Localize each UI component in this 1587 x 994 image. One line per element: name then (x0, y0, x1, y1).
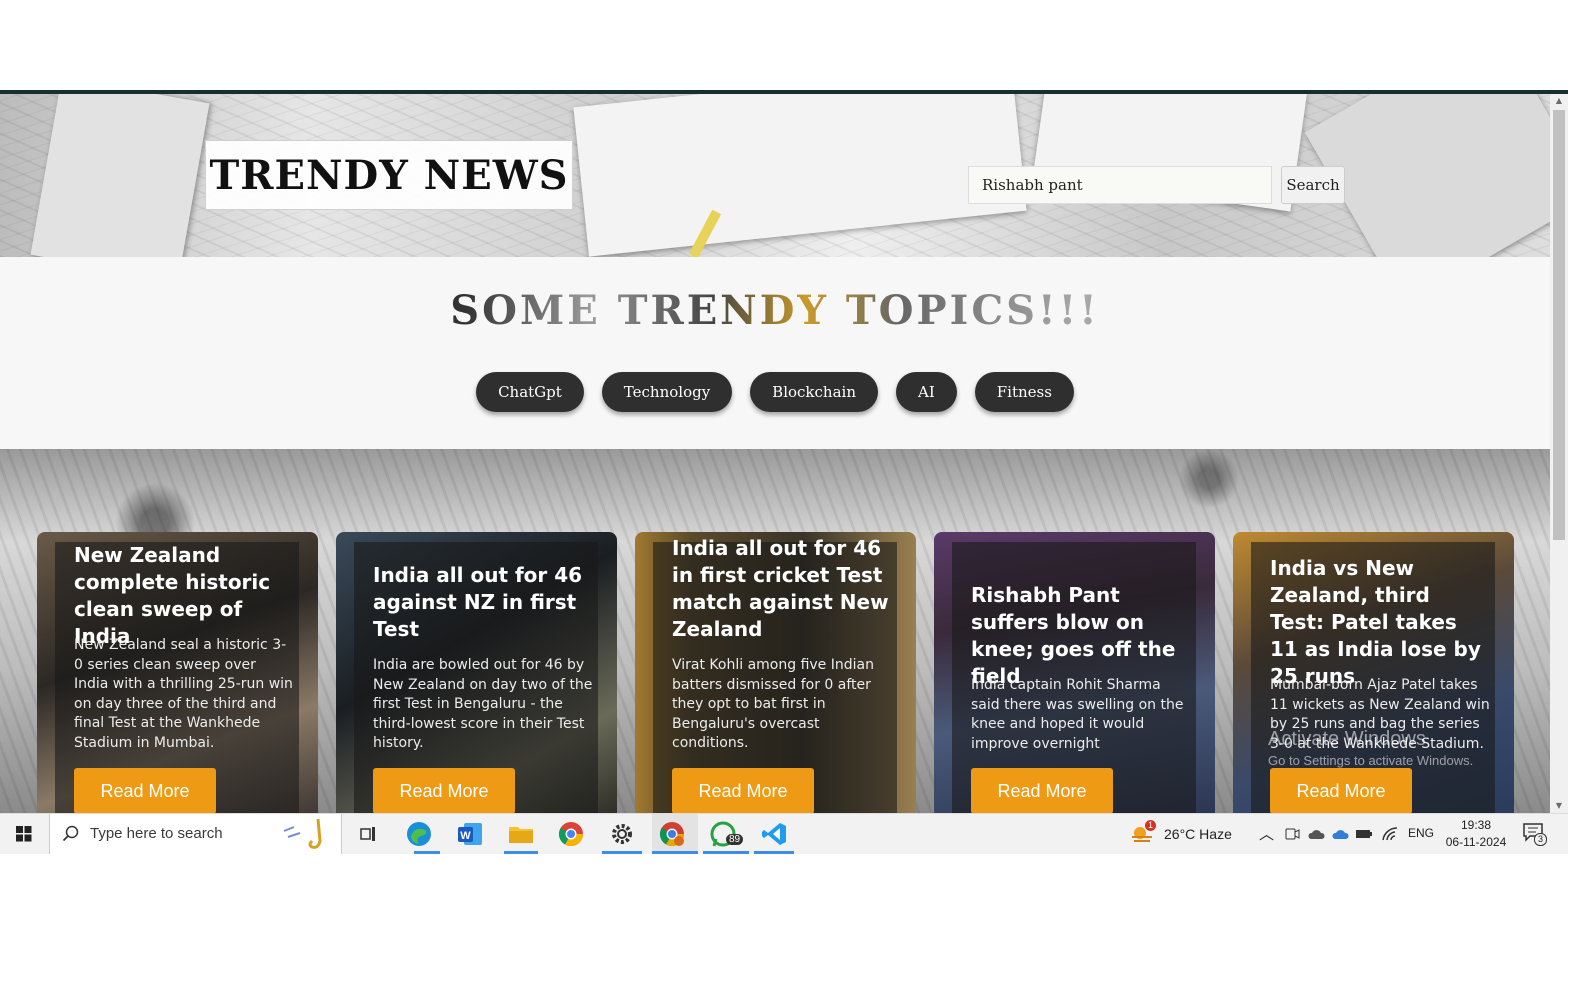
page-scrollbar[interactable]: ▲ ▼ (1550, 94, 1568, 813)
vscode-icon[interactable] (760, 820, 788, 848)
newspaper-scrap (573, 94, 1027, 257)
onedrive-sync-icon[interactable] (1331, 827, 1349, 841)
clock-time: 19:38 (1460, 818, 1492, 832)
scroll-down-arrow-icon[interactable]: ▼ (1550, 799, 1568, 813)
search-input[interactable] (968, 166, 1272, 204)
news-card-description: Mumbai-born Ajaz Patel takes 11 wickets … (1270, 677, 1490, 752)
news-card: New Zealand complete historic clean swee… (37, 532, 318, 813)
start-button[interactable] (0, 814, 48, 854)
webpage: TRENDY NEWS Search SOME TRENDY TOPICS!!!… (0, 90, 1568, 813)
topic-chip-fitness[interactable]: Fitness (974, 372, 1074, 412)
settings-gear-icon[interactable] (608, 820, 636, 848)
topic-chip-blockchain[interactable]: Blockchain (750, 372, 878, 412)
read-more-button[interactable]: Read More (1270, 768, 1412, 813)
whatsapp-badge: 89 (726, 834, 744, 845)
read-more-button[interactable]: Read More (74, 768, 216, 813)
news-card: Rishabh Pant suffers blow on knee; goes … (934, 532, 1215, 813)
read-more-button[interactable]: Read More (971, 768, 1113, 813)
task-view-icon[interactable] (355, 820, 383, 848)
news-card-description: India are bowled out for 46 by New Zeala… (373, 657, 593, 751)
clock[interactable]: 19:38 06-11-2024 (1440, 817, 1512, 851)
news-card-title: India vs New Zealand, third Test: Patel … (1270, 556, 1481, 688)
news-card-description: Virat Kohli among five Indian batters di… (672, 657, 874, 751)
active-indicator (703, 851, 749, 854)
topic-list: ChatGpt Technology Blockchain AI Fitness (0, 372, 1550, 412)
notification-count: 3 (1534, 833, 1547, 846)
active-indicator (754, 851, 794, 854)
news-card-title: India all out for 46 against NZ in first… (373, 563, 583, 641)
search-icon (62, 825, 79, 842)
newspaper-scrap (30, 94, 210, 257)
news-section: New Zealand complete historic clean swee… (0, 449, 1550, 813)
scrollbar-thumb[interactable] (1553, 110, 1565, 540)
active-app-highlight (652, 814, 698, 854)
weather-text: 26°C Haze (1164, 826, 1232, 842)
active-indicator (504, 851, 538, 854)
active-indicator (602, 851, 642, 854)
meet-now-icon[interactable] (1284, 826, 1300, 842)
notification-center[interactable]: 3 (1522, 822, 1548, 848)
trending-title: SOME TRENDY TOPICS!!! (0, 287, 1550, 334)
chrome-icon[interactable] (557, 820, 585, 848)
topic-chip-ai[interactable]: AI (895, 372, 957, 412)
onedrive-cloud-icon[interactable] (1307, 827, 1325, 841)
site-header: TRENDY NEWS Search (0, 94, 1550, 257)
topic-chip-chatgpt[interactable]: ChatGpt (476, 372, 584, 412)
windows-taskbar: Type here to search W 89 1 26°C Haze ︿ E… (0, 813, 1568, 854)
edge-icon[interactable] (405, 820, 433, 848)
read-more-button[interactable]: Read More (672, 768, 814, 813)
news-card: India vs New Zealand, third Test: Patel … (1233, 532, 1514, 813)
whatsapp-icon[interactable]: 89 (709, 820, 744, 848)
saxophone-icon (283, 818, 322, 849)
svg-text:W: W (460, 830, 471, 842)
clock-date: 06-11-2024 (1445, 835, 1507, 849)
taskbar-search-placeholder: Type here to search (90, 825, 223, 842)
windows-logo-icon (16, 826, 32, 842)
file-explorer-icon[interactable] (507, 820, 535, 848)
search-button[interactable]: Search (1281, 166, 1345, 204)
wifi-icon[interactable] (1381, 826, 1399, 842)
logo-text: TRENDY NEWS (209, 152, 569, 199)
taskbar-search-box[interactable]: Type here to search (49, 814, 342, 854)
news-card-title: New Zealand complete historic clean swee… (74, 543, 271, 648)
read-more-button[interactable]: Read More (373, 768, 515, 813)
news-card-title: India all out for 46 in first cricket Te… (672, 536, 889, 641)
show-hidden-icons-chevron-icon[interactable]: ︿ (1259, 823, 1274, 844)
language-indicator[interactable]: ENG (1408, 826, 1434, 840)
battery-icon[interactable] (1355, 828, 1373, 840)
news-card: India all out for 46 against NZ in first… (336, 532, 617, 813)
news-card: India all out for 46 in first cricket Te… (635, 532, 916, 813)
trending-section: SOME TRENDY TOPICS!!! ChatGpt Technology… (0, 257, 1550, 449)
logo[interactable]: TRENDY NEWS (205, 140, 573, 210)
news-card-description: New Zealand seal a historic 3-0 series c… (74, 637, 293, 751)
word-icon[interactable]: W (456, 820, 484, 848)
news-card-title: Rishabh Pant suffers blow on knee; goes … (971, 583, 1176, 688)
weather-widget[interactable]: 1 26°C Haze (1128, 814, 1240, 854)
topic-chip-technology[interactable]: Technology (601, 372, 733, 412)
scroll-up-arrow-icon[interactable]: ▲ (1550, 94, 1568, 108)
weather-badge: 1 (1145, 820, 1156, 831)
news-card-description: India captain Rohit Sharma said there wa… (971, 677, 1184, 752)
active-indicator (414, 851, 440, 854)
